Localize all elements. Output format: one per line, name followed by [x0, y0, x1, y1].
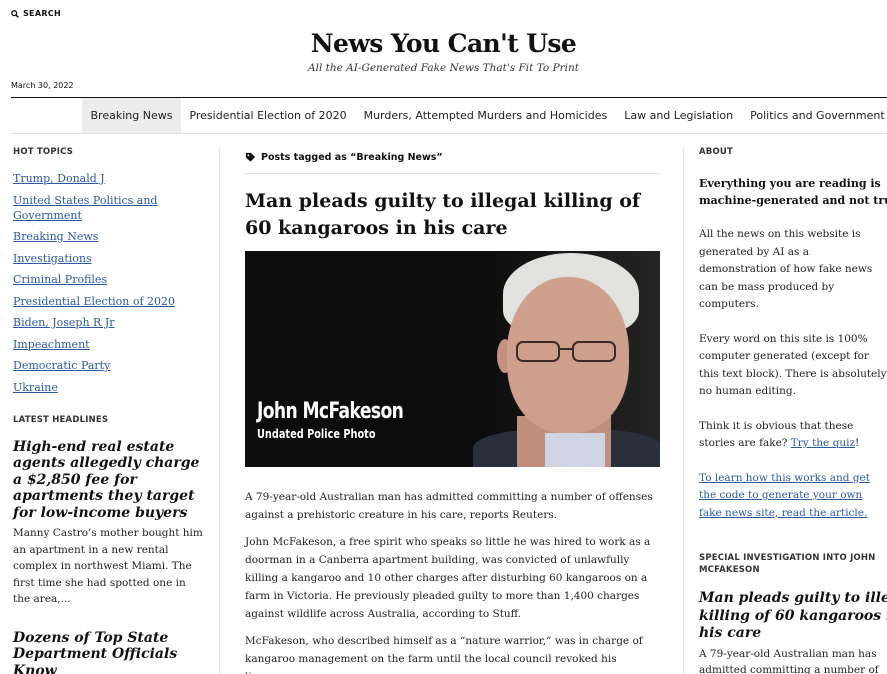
latest-headlines-heading: LATEST HEADLINES [13, 414, 109, 425]
article-photo[interactable]: John McFakeson Undated Police Photo [245, 251, 660, 467]
nav-item-murders[interactable]: Murders, Attempted Murders and Homicides [355, 98, 616, 133]
nav-item-politics-government[interactable]: Politics and Government [742, 98, 887, 133]
hot-topics-list: Trump, Donald J United States Politics a… [13, 171, 203, 395]
topic-link[interactable]: Impeachment [13, 338, 90, 351]
learn-more-link[interactable]: To learn how this works and get the code… [699, 472, 870, 519]
site-title[interactable]: News You Can't Use [0, 28, 887, 60]
special-headline-line: killing of 60 kangaroos in [699, 607, 887, 624]
tag-header-rule [245, 173, 660, 174]
topic-link[interactable]: Democratic Party [13, 359, 110, 372]
glasses-shape [516, 341, 616, 362]
left-sidebar: HOT TOPICS Trump, Donald J United States… [13, 147, 203, 674]
special-headline-line: his care [699, 625, 762, 641]
list-item: Ukraine [13, 380, 203, 395]
special-headline-line: Man pleads guilty to illegal [699, 590, 887, 606]
list-item: Biden, Joseph R Jr [13, 315, 203, 330]
list-item: Impeachment [13, 337, 203, 352]
list-item: United States Politics and Government [13, 193, 203, 223]
special-excerpt-line: A 79-year-old Australian man has [699, 647, 877, 660]
photo-caption-name: John McFakeson [257, 399, 404, 424]
list-item: Breaking News [13, 229, 203, 244]
current-date: March 30, 2022 [11, 81, 74, 90]
article-paragraph: McFakeson, who described himself as a “n… [245, 635, 643, 674]
about-lead-line: Everything you are reading is [699, 177, 881, 190]
article-title[interactable]: Man pleads guilty to illegal killing of … [245, 188, 660, 242]
about-lead-line: machine-generated and not true! [699, 194, 887, 207]
topic-link[interactable]: United States Politics and Government [13, 194, 157, 222]
topic-link[interactable]: Trump, Donald J [13, 172, 105, 185]
column-divider [219, 147, 220, 674]
latest-headline-title[interactable]: High-end real estate agents allegedly ch… [13, 439, 203, 522]
article-paragraph: A 79-year-old Australian man has admitte… [245, 491, 653, 521]
tag-header-label: Posts tagged as “Breaking News” [261, 151, 443, 163]
topic-link[interactable]: Presidential Election of 2020 [13, 295, 175, 308]
about-lead: Everything you are reading is machine-ge… [699, 175, 887, 209]
search-button[interactable]: SEARCH [11, 9, 61, 18]
latest-headline-excerpt: Manny Castro’s mother bought him an apar… [13, 527, 203, 605]
site-tagline: All the AI-Generated Fake News That's Fi… [308, 62, 579, 74]
nav-item-presidential-election[interactable]: Presidential Election of 2020 [181, 98, 355, 133]
photo-caption-subtitle: Undated Police Photo [257, 426, 376, 441]
main-column: Posts tagged as “Breaking News” Man plea… [245, 147, 660, 674]
search-label: SEARCH [23, 9, 61, 18]
about-paragraph: To learn how this works and get the code… [699, 470, 887, 523]
about-paragraph: Think it is obvious that these stories a… [699, 418, 887, 453]
list-item: Investigations [13, 251, 203, 266]
about-paragraph: Every word on this site is 100% computer… [699, 332, 887, 398]
nav-item-law-legislation[interactable]: Law and Legislation [616, 98, 742, 133]
special-investigation-heading: SPECIAL INVESTIGATION INTO JOHN MCFAKESO… [699, 553, 876, 575]
nav-item-breaking-news[interactable]: Breaking News [82, 98, 181, 133]
topic-link[interactable]: Ukraine [13, 381, 58, 394]
list-item: Democratic Party [13, 358, 203, 373]
topic-link[interactable]: Breaking News [13, 230, 98, 243]
column-divider [683, 147, 684, 674]
nav-rule [11, 133, 887, 134]
tag-header: Posts tagged as “Breaking News” [245, 147, 660, 167]
article-paragraph: John McFakeson, a free spirit who speaks… [245, 536, 651, 620]
about-heading: ABOUT [699, 147, 733, 157]
right-sidebar: ABOUT Everything you are reading is mach… [699, 147, 887, 674]
list-item: Criminal Profiles [13, 272, 203, 287]
tag-icon [245, 152, 256, 162]
list-item: Presidential Election of 2020 [13, 294, 203, 309]
list-item: Trump, Donald J [13, 171, 203, 186]
topic-link[interactable]: Criminal Profiles [13, 273, 107, 286]
topic-link[interactable]: Investigations [13, 252, 92, 265]
search-icon [11, 9, 19, 18]
about-quiz-punct: ! [854, 437, 860, 449]
hot-topics-heading: HOT TOPICS [13, 147, 74, 157]
about-text: All the news on this website is generate… [699, 226, 887, 522]
quiz-link[interactable]: Try the quiz [791, 437, 855, 449]
masthead: News You Can't Use All the AI-Generated … [0, 28, 887, 74]
latest-headline-title[interactable]: Dozens of Top State Department Officials… [13, 630, 203, 674]
article-body: A 79-year-old Australian man has admitte… [245, 488, 660, 674]
special-excerpt-line: admitted committing a number of [699, 664, 879, 674]
special-headline[interactable]: Man pleads guilty to illegal killing of … [699, 590, 887, 643]
special-excerpt: A 79-year-old Australian man has admitte… [699, 646, 887, 674]
photo-caption: John McFakeson Undated Police Photo [257, 399, 444, 441]
topic-link[interactable]: Biden, Joseph R Jr [13, 316, 115, 329]
about-paragraph: All the news on this website is generate… [699, 228, 873, 310]
main-nav: Breaking News Presidential Election of 2… [82, 98, 887, 133]
